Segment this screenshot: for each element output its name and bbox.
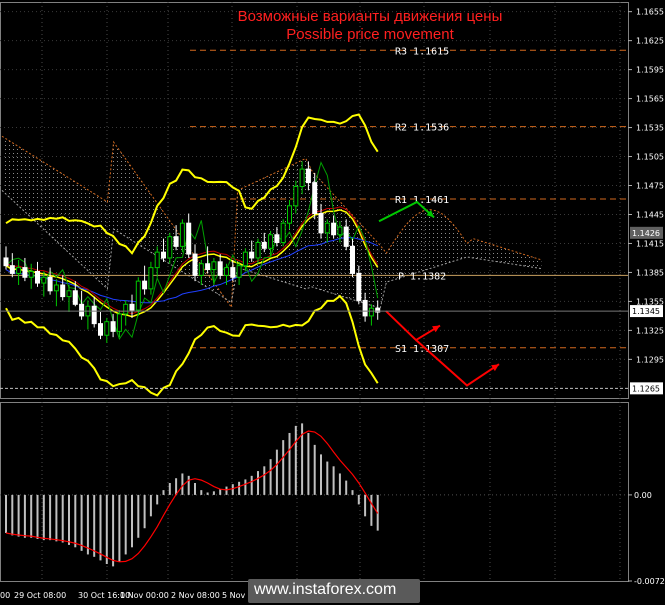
candle-body bbox=[9, 265, 15, 274]
candle-body bbox=[318, 213, 324, 234]
candle-body bbox=[129, 303, 135, 311]
osc-y-tick-label: -0.00723 bbox=[634, 577, 665, 586]
pivot-label-r2: R2 1.1536 bbox=[395, 123, 449, 134]
candle-body bbox=[299, 168, 305, 187]
candle-body bbox=[66, 290, 72, 298]
candle-body bbox=[324, 222, 330, 234]
candle-body bbox=[53, 284, 59, 292]
x-tick-label: 2 Nov 08:00 bbox=[171, 591, 220, 600]
candle-body bbox=[280, 222, 286, 243]
candle-body bbox=[110, 321, 116, 332]
candle-body bbox=[16, 267, 22, 274]
candle-body bbox=[22, 267, 28, 278]
candle-body bbox=[293, 185, 299, 207]
chart-title-ru: Возможные варианты движения цены bbox=[237, 8, 503, 25]
y-tick-label: 1.1415 bbox=[636, 239, 664, 248]
candle-body bbox=[179, 222, 185, 247]
candle-body bbox=[331, 222, 337, 236]
candle-body bbox=[173, 236, 179, 247]
y-tick-label: 1.1355 bbox=[636, 297, 664, 306]
y-tick-label: 1.1475 bbox=[636, 182, 664, 191]
candle-body bbox=[249, 251, 255, 259]
candle-body bbox=[154, 251, 160, 269]
y-tick-label: 1.1295 bbox=[636, 355, 664, 364]
y-tick-label: 1.1565 bbox=[636, 95, 664, 104]
candle-body bbox=[60, 284, 66, 298]
y-tick-label: 1.1325 bbox=[636, 326, 664, 335]
y-tick-label: 1.1505 bbox=[636, 153, 664, 162]
y-tick-label: 1.1385 bbox=[636, 268, 664, 277]
x-tick-label: 1 Nov 00:00 bbox=[120, 591, 169, 600]
candle-body bbox=[356, 272, 362, 301]
chart-title-en: Possible price movement bbox=[286, 26, 454, 43]
y-tick-label: 1.1535 bbox=[636, 124, 664, 133]
candle-body bbox=[148, 267, 154, 290]
candle-body bbox=[230, 267, 236, 278]
candle-body bbox=[312, 182, 318, 215]
candle-body bbox=[198, 263, 204, 276]
candle-body bbox=[368, 307, 374, 317]
x-tick-label: 29 Oct 08:00 bbox=[14, 591, 66, 600]
osc-y-tick-label: 0.00 bbox=[634, 491, 652, 500]
candle-body bbox=[41, 276, 47, 284]
candle-body bbox=[142, 280, 148, 290]
candle-body bbox=[186, 222, 192, 255]
candle-body bbox=[274, 234, 280, 243]
candle-body bbox=[116, 313, 122, 332]
price-label-text: 1.1345 bbox=[632, 307, 660, 316]
candle-body bbox=[350, 245, 355, 274]
candle-body bbox=[337, 226, 343, 236]
candle-body bbox=[79, 303, 85, 317]
candle-body bbox=[305, 168, 311, 184]
candle-body bbox=[261, 241, 267, 249]
candle-body bbox=[161, 251, 166, 259]
price-label-text: 1.1426 bbox=[632, 229, 660, 238]
candle-body bbox=[268, 234, 274, 249]
candle-body bbox=[343, 226, 349, 247]
pivot-label-p: P 1.1382 bbox=[398, 271, 446, 282]
candle-body bbox=[255, 241, 261, 259]
candle-body bbox=[28, 270, 34, 278]
candle-body bbox=[362, 299, 368, 317]
candle-body bbox=[236, 265, 242, 278]
candle-body bbox=[104, 321, 110, 336]
y-tick-label: 1.1445 bbox=[636, 210, 664, 219]
y-tick-label: 1.1625 bbox=[636, 37, 664, 46]
candle-body bbox=[242, 251, 248, 267]
candle-body bbox=[3, 257, 9, 267]
candle-body bbox=[35, 270, 40, 284]
y-tick-label: 1.1655 bbox=[636, 8, 664, 17]
candle-body bbox=[135, 280, 141, 311]
candle-body bbox=[72, 290, 78, 305]
candle-body bbox=[98, 323, 103, 336]
x-tick-label: 00 bbox=[0, 591, 10, 600]
x-tick-label: 5 Nov bbox=[222, 591, 246, 600]
candle-body bbox=[211, 261, 217, 271]
candle-body bbox=[217, 261, 223, 276]
candle-body bbox=[205, 263, 211, 271]
forecast-arrow-down-1 bbox=[385, 310, 441, 342]
candle-body bbox=[287, 205, 292, 224]
price-label-text: 1.1265 bbox=[632, 384, 660, 393]
candle-body bbox=[47, 276, 53, 292]
candle-body bbox=[123, 303, 129, 315]
candle-body bbox=[91, 305, 97, 325]
chart-canvas: R3 1.1615R2 1.1536R1 1.1461P 1.1382S1 1.… bbox=[0, 2, 665, 600]
candle-body bbox=[167, 236, 173, 259]
y-tick-label: 1.1595 bbox=[636, 66, 664, 75]
pivot-label-r3: R3 1.1615 bbox=[395, 46, 449, 57]
candle-body bbox=[192, 253, 198, 276]
watermark-text: www.instaforex.com bbox=[254, 581, 397, 598]
pivot-label-r1: R1 1.1461 bbox=[395, 195, 449, 206]
candle-body bbox=[224, 267, 229, 276]
